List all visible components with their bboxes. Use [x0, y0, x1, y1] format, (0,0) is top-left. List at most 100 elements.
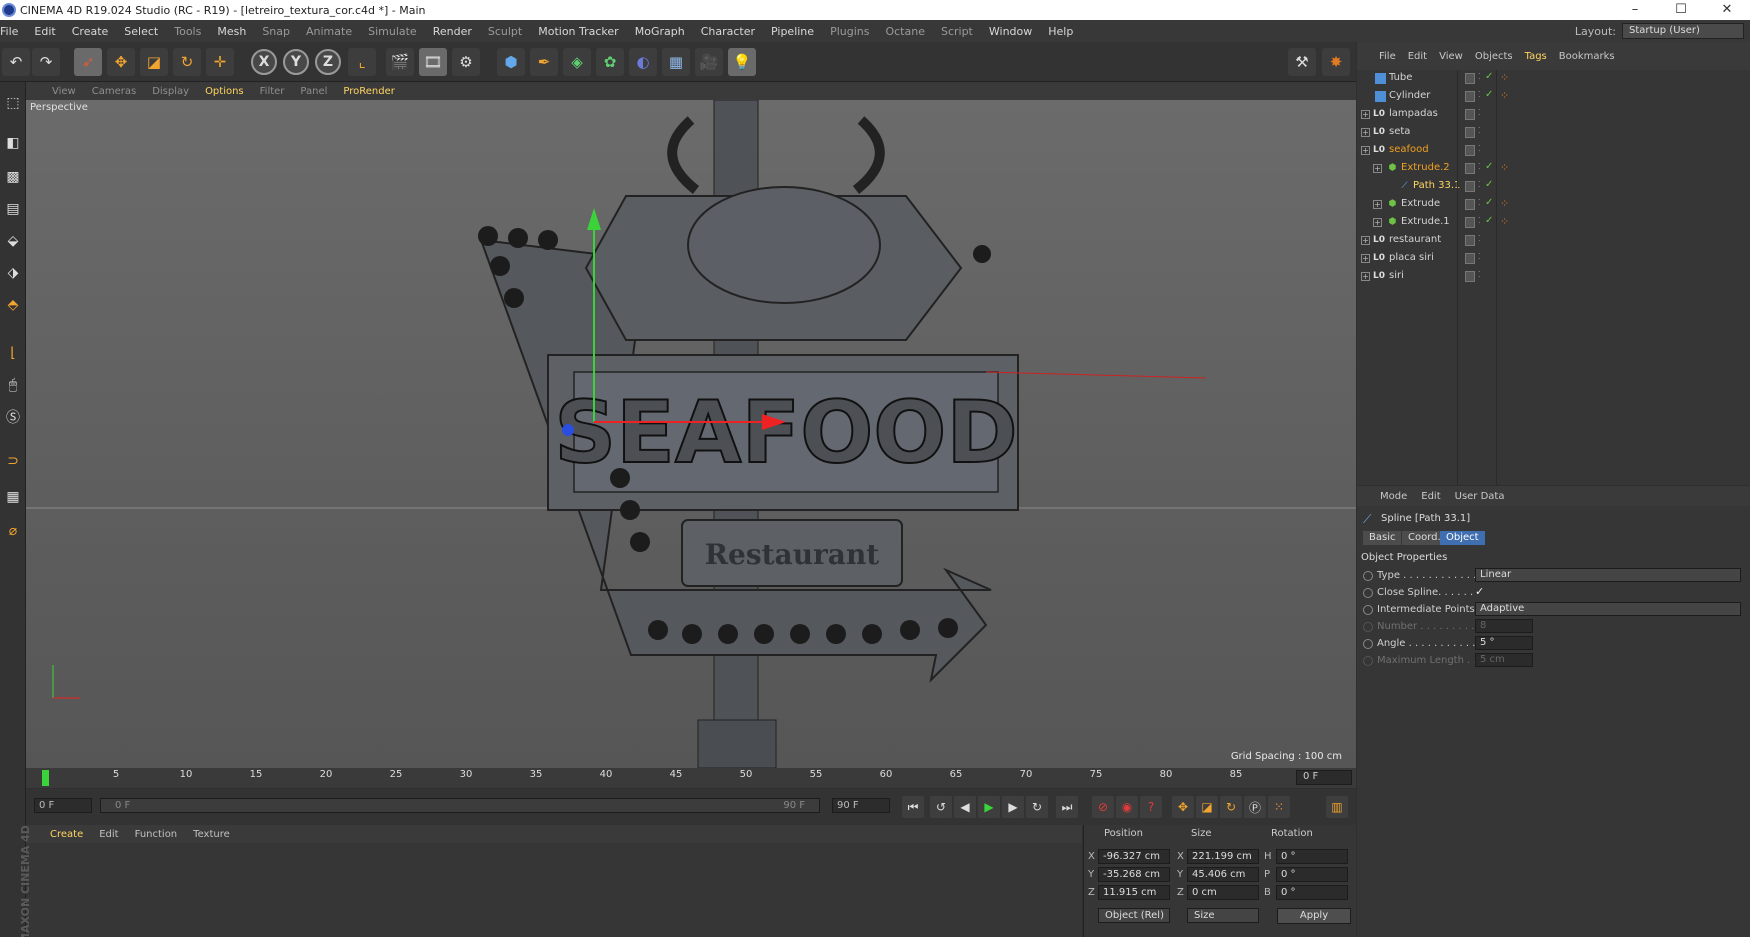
- editor-render-visibility-icon[interactable]: ⁚: [1478, 198, 1481, 207]
- apply-button[interactable]: Apply: [1277, 908, 1351, 924]
- object-row[interactable]: + L0 siri ⁚: [1357, 268, 1750, 286]
- expand-toggle-icon[interactable]: +: [1361, 110, 1370, 119]
- menu-window[interactable]: Window: [981, 25, 1040, 38]
- minimize-button[interactable]: –: [1612, 0, 1658, 20]
- scheme-icon[interactable]: ▥: [1326, 796, 1348, 818]
- material-menu-texture[interactable]: Texture: [185, 829, 238, 840]
- timeline-ruler[interactable]: 051015202530354045505560657075808590 0 F: [26, 768, 1356, 788]
- object-name[interactable]: Extrude.2: [1401, 162, 1450, 173]
- previous-frame-icon[interactable]: ◀: [954, 796, 976, 818]
- viewport-menu-options[interactable]: Options: [197, 86, 252, 97]
- axis-mode-icon[interactable]: ⌊: [2, 340, 24, 366]
- editor-render-visibility-icon[interactable]: ⁚: [1478, 180, 1481, 189]
- object-row[interactable]: + L0 restaurant ⁚: [1357, 232, 1750, 250]
- object-row[interactable]: Tube ⁚ ✓ ⁘: [1357, 70, 1750, 88]
- close-button[interactable]: ✕: [1704, 0, 1750, 20]
- menu-select[interactable]: Select: [116, 25, 166, 38]
- property-number-field[interactable]: 5 °: [1475, 636, 1533, 650]
- object-name[interactable]: Extrude.1: [1401, 216, 1450, 227]
- enabled-check-icon[interactable]: ✓: [1485, 197, 1493, 208]
- cube-primitive-icon[interactable]: ⬢: [497, 48, 525, 76]
- object-name[interactable]: Extrude: [1401, 198, 1440, 209]
- menu-help[interactable]: Help: [1040, 25, 1081, 38]
- menu-plugins[interactable]: Plugins: [822, 25, 877, 38]
- tab-basic[interactable]: Basic: [1363, 531, 1402, 545]
- object-row[interactable]: + ⬢ Extrude.2 ⁚ ✓ ⁘: [1357, 160, 1750, 178]
- move-tool-icon[interactable]: ✥: [107, 48, 135, 76]
- z-axis-lock-icon[interactable]: Z: [315, 49, 341, 75]
- editor-render-visibility-icon[interactable]: ⁚: [1478, 234, 1481, 243]
- start-frame-field[interactable]: 0 F: [34, 798, 92, 813]
- object-name[interactable]: Tube: [1389, 72, 1412, 83]
- material-menu-create[interactable]: Create: [42, 829, 91, 840]
- perspective-viewport[interactable]: Perspective SEAFOOD Restaurant Grid Spac…: [26, 100, 1356, 768]
- editor-render-visibility-icon[interactable]: ⁚: [1478, 90, 1481, 99]
- keyframe-selection-icon[interactable]: ?: [1140, 796, 1162, 818]
- menu-create[interactable]: Create: [64, 25, 117, 38]
- object-name[interactable]: restaurant: [1389, 234, 1441, 245]
- property-number-field[interactable]: 5 cm: [1475, 653, 1533, 667]
- y-axis-lock-icon[interactable]: Y: [283, 49, 309, 75]
- editor-render-visibility-icon[interactable]: ⁚: [1478, 216, 1481, 225]
- object-name[interactable]: Cylinder: [1389, 90, 1430, 101]
- rotation-b-field[interactable]: 0 °: [1276, 885, 1348, 900]
- rotate-tool-icon[interactable]: ↻: [173, 48, 201, 76]
- position-x-field[interactable]: -96.327 cm: [1098, 849, 1170, 864]
- polygons-mode-icon[interactable]: ⬘: [2, 292, 24, 318]
- om-menu-edit[interactable]: Edit: [1402, 51, 1433, 62]
- locked-workplane-icon[interactable]: ⌀: [2, 518, 24, 544]
- editor-render-visibility-icon[interactable]: ⁚: [1478, 270, 1481, 279]
- menu-mograph[interactable]: MoGraph: [627, 25, 693, 38]
- key-pla-icon[interactable]: ⁙: [1268, 796, 1290, 818]
- om-menu-bookmarks[interactable]: Bookmarks: [1553, 51, 1621, 62]
- expand-toggle-icon[interactable]: +: [1361, 236, 1370, 245]
- object-name[interactable]: lampadas: [1389, 108, 1438, 119]
- layer-visibility-icon[interactable]: [1465, 127, 1475, 138]
- animation-radio-icon[interactable]: [1363, 588, 1373, 598]
- autokeying-icon[interactable]: ◉: [1116, 796, 1138, 818]
- tweak-mode-icon[interactable]: 🖱: [2, 372, 24, 398]
- object-name[interactable]: seta: [1389, 126, 1410, 137]
- attr-menu-mode[interactable]: Mode: [1373, 491, 1414, 502]
- property-dropdown[interactable]: Linear: [1475, 568, 1741, 582]
- editor-render-visibility-icon[interactable]: ⁚: [1478, 72, 1481, 81]
- menu-tools[interactable]: Tools: [166, 25, 209, 38]
- points-mode-icon[interactable]: ⬙: [2, 228, 24, 254]
- attr-menu-user-data[interactable]: User Data: [1448, 491, 1512, 502]
- property-number-field[interactable]: 8: [1475, 619, 1533, 633]
- model-mode-icon[interactable]: ◧: [2, 130, 24, 156]
- material-tag-icon[interactable]: ⁘: [1500, 89, 1509, 102]
- maximize-button[interactable]: ☐: [1658, 0, 1704, 20]
- menu-motion-tracker[interactable]: Motion Tracker: [530, 25, 626, 38]
- object-row[interactable]: + ⬢ Extrude.1 ⁚ ✓ ⁘: [1357, 214, 1750, 232]
- viewport-solo-icon[interactable]: ⚒: [1288, 48, 1316, 76]
- viewport-menu-display[interactable]: Display: [144, 86, 197, 97]
- subdivision-surface-icon[interactable]: ◈: [563, 48, 591, 76]
- render-settings-icon[interactable]: ⚙: [452, 48, 480, 76]
- layout-dropdown[interactable]: Startup (User): [1622, 23, 1744, 39]
- rotation-h-field[interactable]: 0 °: [1276, 849, 1348, 864]
- edges-mode-icon[interactable]: ⬗: [2, 260, 24, 286]
- editor-render-visibility-icon[interactable]: ⁚: [1478, 108, 1481, 117]
- om-menu-file[interactable]: File: [1373, 51, 1402, 62]
- expand-toggle-icon[interactable]: +: [1361, 146, 1370, 155]
- material-tag-icon[interactable]: ⁘: [1500, 161, 1509, 174]
- workplane-icon[interactable]: ▦: [2, 484, 24, 510]
- go-to-start-icon[interactable]: ⏮: [902, 796, 924, 818]
- object-row[interactable]: ⟋ Path 33.1 ⁚ ✓: [1357, 178, 1750, 196]
- expand-toggle-icon[interactable]: +: [1373, 164, 1382, 173]
- deformer-icon[interactable]: ◐: [629, 48, 657, 76]
- object-row[interactable]: + ⬢ Extrude ⁚ ✓ ⁘: [1357, 196, 1750, 214]
- object-name[interactable]: Path 33.1: [1413, 180, 1460, 191]
- expand-toggle-icon[interactable]: +: [1361, 254, 1370, 263]
- max-frame-field[interactable]: 90 F: [832, 798, 890, 813]
- editor-render-visibility-icon[interactable]: ⁚: [1478, 144, 1481, 153]
- viewport-menu-view[interactable]: View: [44, 86, 84, 97]
- layer-visibility-icon[interactable]: [1465, 253, 1475, 264]
- position-y-field[interactable]: -35.268 cm: [1098, 867, 1170, 882]
- next-frame-icon[interactable]: ▶: [1002, 796, 1024, 818]
- animation-radio-icon[interactable]: [1363, 639, 1373, 649]
- rotation-p-field[interactable]: 0 °: [1276, 867, 1348, 882]
- expand-toggle-icon[interactable]: +: [1361, 128, 1370, 137]
- menu-animate[interactable]: Animate: [298, 25, 360, 38]
